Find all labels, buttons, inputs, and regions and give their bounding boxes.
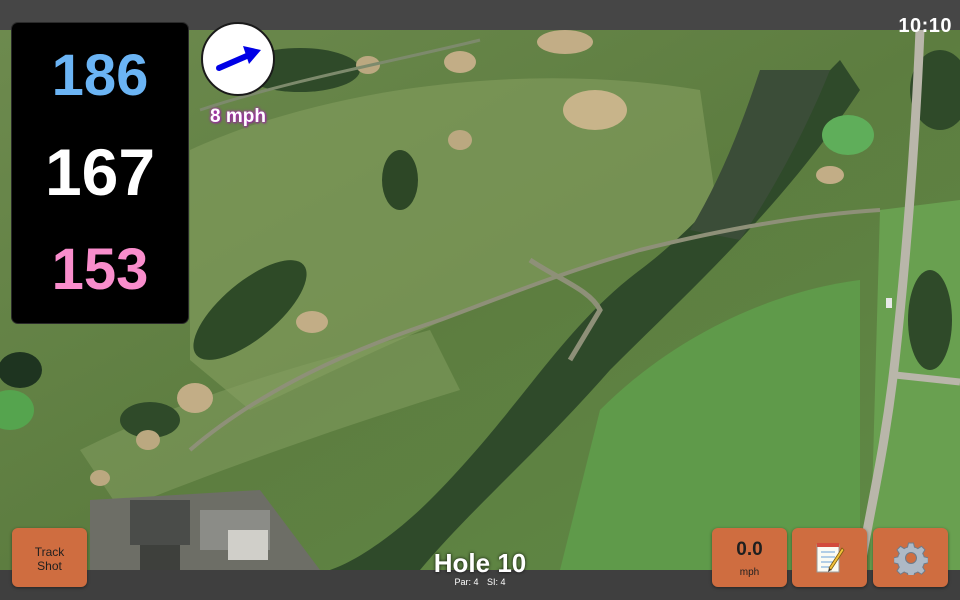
middle-yardage: 167 bbox=[44, 135, 156, 209]
back-yardage: 186 bbox=[51, 43, 149, 108]
stroke-index-label: SI: 4 bbox=[487, 577, 506, 587]
speed-unit: mph bbox=[739, 567, 760, 578]
wind-speed-label: 8 mph bbox=[210, 106, 266, 127]
front-yardage: 153 bbox=[51, 237, 149, 302]
wind-arrow-icon bbox=[216, 46, 261, 71]
speed-value: 0.0 bbox=[736, 539, 763, 560]
wind-direction-dial bbox=[201, 22, 275, 96]
hole-title: Hole 10 bbox=[433, 548, 527, 578]
yardage-panel: 186 167 153 bbox=[11, 22, 189, 324]
speed-button[interactable]: 0.0 mph bbox=[712, 528, 787, 587]
par-label: Par: 4 bbox=[454, 577, 479, 587]
hole-info: Par: 4 SI: 4 bbox=[380, 577, 580, 587]
notepad-icon bbox=[816, 542, 845, 572]
notes-button[interactable] bbox=[792, 528, 867, 587]
clock: 10:10 bbox=[898, 15, 952, 37]
track-shot-label-line2: Shot bbox=[37, 559, 62, 573]
gear-icon bbox=[893, 542, 928, 575]
track-shot-label-line1: Track bbox=[34, 545, 65, 559]
settings-button[interactable] bbox=[873, 528, 948, 587]
track-shot-button[interactable]: Track Shot bbox=[12, 528, 87, 587]
